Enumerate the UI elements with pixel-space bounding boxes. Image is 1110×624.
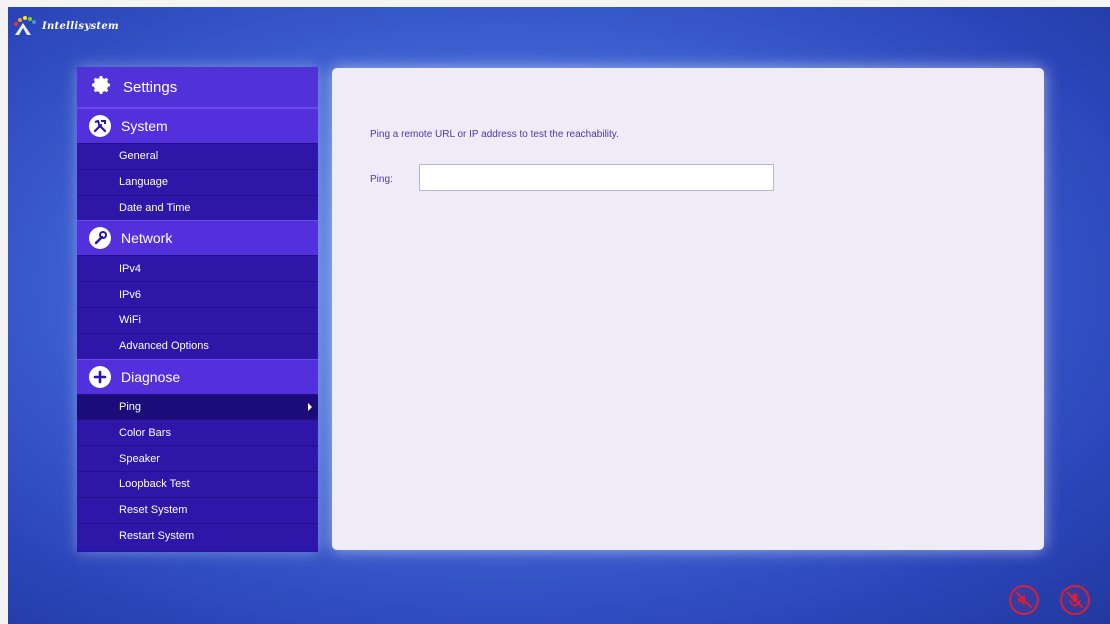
sidebar-item-label: General [119, 150, 159, 163]
sidebar-item-label: Reset System [119, 504, 188, 517]
sidebar-item-advanced-options[interactable]: Advanced Options [77, 332, 318, 359]
screen: Intellisystem Settings System General La… [8, 7, 1110, 624]
sidebar-item-ping[interactable]: Ping [77, 393, 318, 420]
speaker-muted-icon[interactable] [1009, 585, 1039, 615]
sidebar-item-label: Ping [119, 400, 142, 413]
gear-icon [89, 73, 113, 102]
sidebar-item-label: Date and Time [119, 201, 191, 214]
sidebar-item-label: Restart System [119, 529, 195, 542]
sidebar-item-general[interactable]: General [77, 143, 318, 169]
sidebar-item-label: Language [119, 176, 168, 189]
settings-sidebar: Settings System General Language Date an… [77, 67, 318, 552]
sidebar-item-ipv4[interactable]: IPv4 [77, 255, 318, 282]
sidebar-item-label: Color Bars [119, 426, 171, 439]
sidebar-header: Settings [77, 67, 318, 108]
logo-mark-icon [14, 16, 36, 35]
mic-muted-icon[interactable] [1060, 585, 1090, 615]
sidebar-item-ipv6[interactable]: IPv6 [77, 281, 318, 307]
sidebar-item-date-and-time[interactable]: Date and Time [77, 194, 318, 221]
sidebar-item-reset-system[interactable]: Reset System [77, 496, 318, 523]
sidebar-item-label: WiFi [119, 314, 141, 327]
sidebar-item-speaker[interactable]: Speaker [77, 445, 318, 471]
sidebar-item-color-bars[interactable]: Color Bars [77, 419, 318, 446]
sidebar-item-restart-system[interactable]: Restart System [77, 522, 318, 549]
sidebar-item-loopback-test[interactable]: Loopback Test [77, 470, 318, 497]
sidebar-item-label: Speaker [119, 452, 160, 465]
sidebar-section-label: Network [121, 230, 173, 247]
ping-label: Ping: [370, 174, 393, 185]
ping-input[interactable] [419, 164, 774, 191]
logo: Intellisystem [12, 15, 119, 37]
sidebar-item-language[interactable]: Language [77, 168, 318, 195]
sidebar-item-wifi[interactable]: WiFi [77, 306, 318, 333]
sidebar-section-label: Diagnose [121, 368, 181, 385]
sidebar-item-label: IPv4 [119, 262, 142, 275]
sidebar-item-label: Loopback Test [119, 478, 190, 491]
sidebar-item-label: Advanced Options [119, 340, 209, 353]
sidebar-section-label: System [121, 118, 168, 134]
sidebar-title: Settings [123, 78, 178, 96]
ping-description: Ping a remote URL or IP address to test … [370, 129, 619, 140]
logo-text: Intellisystem [42, 20, 119, 32]
sidebar-section-system[interactable]: System [77, 108, 318, 143]
sidebar-item-label: IPv6 [119, 288, 142, 301]
sidebar-section-diagnose[interactable]: Diagnose [77, 358, 318, 394]
chevron-right-icon [308, 402, 312, 411]
sidebar-section-network[interactable]: Network [77, 220, 318, 256]
tools-icon [89, 115, 111, 137]
ping-panel: Ping a remote URL or IP address to test … [332, 68, 1044, 550]
wrench-icon [89, 227, 111, 250]
plus-icon [89, 365, 111, 388]
